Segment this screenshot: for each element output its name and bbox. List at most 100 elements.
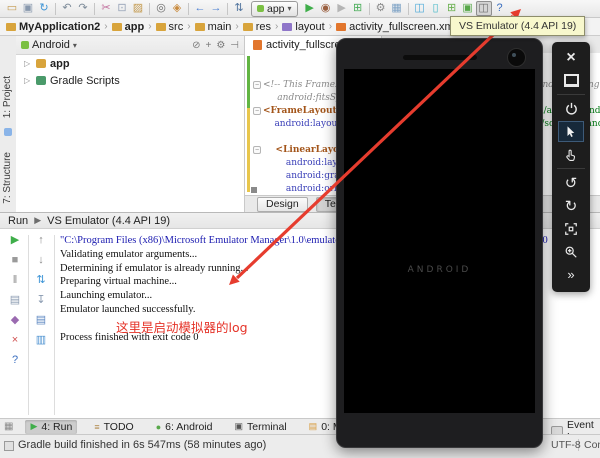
hide-panel-icon[interactable]: ⊣ [230, 40, 239, 51]
chevron-down-icon[interactable]: ▾ [73, 41, 77, 50]
help-icon[interactable]: ? [492, 1, 508, 16]
ddms-icon[interactable]: ◫ [412, 1, 428, 16]
breadcrumb-item[interactable]: layout [282, 21, 324, 33]
breadcrumb-item[interactable]: main [195, 21, 232, 33]
run-config-label: app [267, 3, 285, 15]
breadcrumb-item[interactable]: app [112, 21, 145, 33]
breadcrumb-separator: › [187, 21, 190, 32]
run-config-select[interactable]: app▾ [251, 1, 298, 17]
sidebar-item--structure[interactable]: 7: Structure [2, 152, 13, 204]
toolwindow-tab--android[interactable]: ●6: Android [151, 420, 218, 434]
minimize-icon[interactable] [558, 70, 584, 91]
undo-icon[interactable]: ↶ [59, 1, 75, 16]
breadcrumb-item[interactable]: activity_fullscreen.xml [336, 21, 456, 33]
debug-icon[interactable]: ◉ [318, 1, 334, 16]
toolbar-separator [227, 3, 228, 15]
breadcrumb-item[interactable]: MyApplication2 [6, 21, 100, 33]
redo-icon[interactable]: ↷ [75, 1, 91, 16]
paste-icon[interactable]: ▨ [130, 1, 146, 16]
power-icon[interactable] [558, 98, 584, 119]
stop-icon[interactable]: ■ [12, 255, 19, 266]
project-view-selector[interactable]: Android [32, 39, 70, 51]
breadcrumb-label: activity_fullscreen.xml [349, 21, 456, 33]
emulator-manager-icon[interactable]: ◫ [476, 1, 492, 16]
find-icon[interactable]: ◎ [153, 1, 169, 16]
project-folder-icon [6, 23, 16, 31]
cursor-icon[interactable] [558, 121, 584, 142]
toolwindow-icon [4, 128, 12, 136]
touch-icon[interactable] [558, 144, 584, 165]
fit-screen-icon[interactable] [558, 218, 584, 239]
close-tab-icon[interactable]: × [12, 335, 18, 346]
status-checkbox-icon [4, 441, 14, 451]
toolwindow-tab-icon: ▣ [234, 421, 243, 432]
group-by-icon[interactable]: ⇅ [231, 1, 247, 16]
sidebar-item--project[interactable]: 1: Project [2, 76, 13, 118]
run-icon[interactable]: ▶ [302, 1, 318, 16]
more-icon[interactable]: » [558, 264, 584, 285]
project-structure-icon[interactable]: ▦ [389, 1, 405, 16]
emulator-screen[interactable]: ANDROID [344, 69, 535, 413]
tab-design[interactable]: Design [257, 197, 308, 212]
avd-manager-icon[interactable]: ▣ [460, 1, 476, 16]
forward-icon[interactable]: → [208, 1, 224, 16]
tree-item-gradle-scripts[interactable]: ▷ Gradle Scripts [16, 72, 244, 89]
toolwindow-tab-terminal[interactable]: ▣Terminal [229, 420, 291, 434]
toolwindow-tab-todo[interactable]: ≡TODO [89, 420, 138, 434]
sdk-manager-icon[interactable]: ⊞ [444, 1, 460, 16]
down-stack-trace-icon[interactable]: ↓ [38, 255, 44, 266]
find-usages-icon[interactable]: ◈ [169, 1, 185, 16]
soft-wrap-icon[interactable]: ⇅ [36, 275, 45, 286]
android-studio-window: ▭▣↻↶↷✂⊡▨◎◈←→⇅app▾▶◉▶⊞⚙▦◫▯⊞▣◫? MyApplicat… [0, 0, 600, 458]
breadcrumb-item[interactable]: src [156, 21, 184, 33]
open-project-icon[interactable]: ▭ [4, 1, 20, 16]
cut-icon[interactable]: ✂ [98, 1, 114, 16]
tooltip: VS Emulator (4.4 API 19) [450, 16, 585, 36]
fold-marker[interactable]: − [253, 81, 261, 89]
breadcrumb-item[interactable]: res [243, 21, 271, 33]
print-icon[interactable]: ▤ [36, 315, 46, 326]
scroll-to-end-icon[interactable]: ↧ [36, 295, 45, 306]
device-monitor-icon[interactable]: ▯ [428, 1, 444, 16]
encoding-widget[interactable]: UTF-8 [551, 439, 581, 451]
show-console-icon[interactable]: ▤ [10, 295, 20, 306]
sync-icon[interactable]: ↻ [36, 1, 52, 16]
context-widget[interactable]: Context [584, 439, 600, 451]
fold-marker[interactable]: − [253, 107, 261, 115]
rerun-icon[interactable]: ▶ [11, 235, 19, 246]
settings-gear-icon[interactable]: ⚙ [216, 40, 225, 51]
run-panel-title: Run [8, 215, 28, 227]
collapse-all-icon[interactable]: ⊘ [192, 40, 200, 51]
rotate-left-icon[interactable]: ↺ [558, 172, 584, 193]
rotate-right-icon[interactable]: ↻ [558, 195, 584, 216]
emulator-toolbar-separator [557, 94, 585, 95]
tree-item-label: Gradle Scripts [50, 75, 120, 87]
clear-all-icon[interactable]: ▥ [36, 335, 46, 346]
module-folder-icon [112, 23, 122, 31]
help-icon[interactable]: ? [12, 355, 18, 366]
save-all-icon[interactable]: ▣ [20, 1, 36, 16]
breadcrumb-label: MyApplication2 [19, 21, 100, 33]
chevron-right-icon[interactable]: ▷ [24, 59, 32, 68]
chevron-right-icon[interactable]: ▷ [24, 76, 32, 85]
copy-icon[interactable]: ⊡ [114, 1, 130, 16]
toolbar-separator [188, 3, 189, 15]
up-stack-trace-icon[interactable]: ↑ [38, 235, 44, 246]
toolwindow-switcher-icon[interactable]: ▦ [4, 421, 13, 432]
pause-output-icon[interactable]: ‖ [13, 275, 18, 286]
expand-all-icon[interactable]: + [205, 40, 211, 51]
zoom-icon[interactable] [558, 241, 584, 262]
attach-debugger-icon[interactable]: ⊞ [350, 1, 366, 16]
run-tab-label[interactable]: VS Emulator (4.4 API 19) [47, 215, 170, 227]
back-icon[interactable]: ← [192, 1, 208, 16]
layout-folder-icon [282, 23, 292, 31]
fold-marker[interactable]: − [253, 146, 261, 154]
toolwindow-tab--run[interactable]: ▶4: Run [25, 420, 77, 434]
close-icon[interactable]: × [558, 47, 584, 68]
annotation-text: 这里是启动模拟器的log [116, 317, 248, 336]
resources-folder-icon [243, 23, 253, 31]
tree-item-app[interactable]: ▷app [16, 55, 244, 72]
settings-icon[interactable]: ⚙ [373, 1, 389, 16]
pin-tab-icon[interactable]: ◆ [11, 315, 19, 326]
coverage-icon[interactable]: ▶ [334, 1, 350, 16]
